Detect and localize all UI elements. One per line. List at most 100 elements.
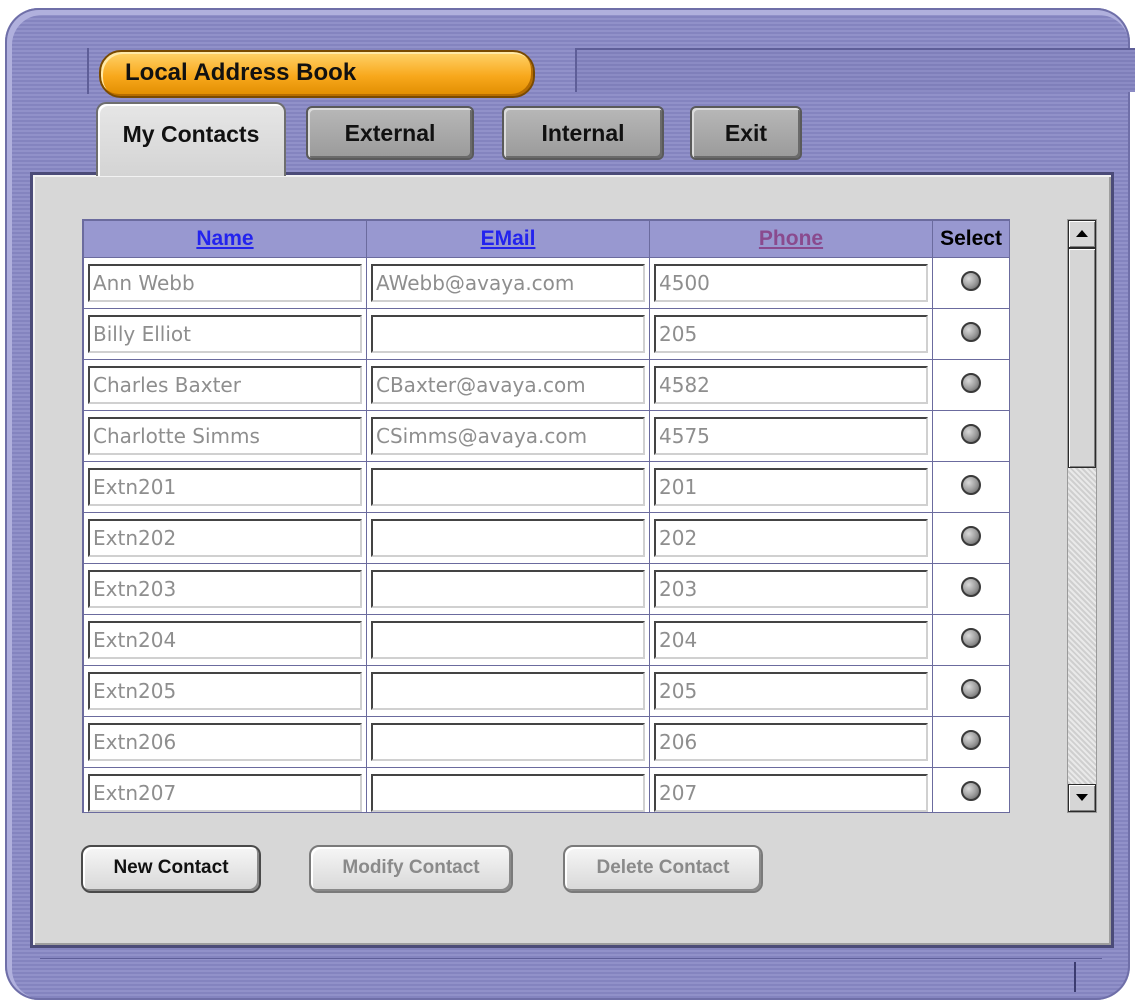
name-field[interactable]: Extn201: [88, 468, 362, 506]
phone-field[interactable]: 203: [654, 570, 928, 608]
phone-field-cell: 207: [649, 767, 933, 812]
email-field-cell: [366, 716, 650, 768]
email-field[interactable]: [371, 468, 645, 506]
phone-field-cell: 204: [649, 614, 933, 666]
sort-name-link[interactable]: Name: [196, 227, 253, 250]
tab-exit[interactable]: Exit: [690, 106, 802, 160]
phone-field-cell: 201: [649, 461, 933, 513]
tab-my-contacts[interactable]: My Contacts: [96, 102, 286, 176]
table-row: Extn205 205: [83, 665, 1009, 717]
name-field-cell: Ann Webb: [83, 257, 367, 309]
email-field[interactable]: [371, 723, 645, 761]
select-radio[interactable]: [961, 729, 981, 750]
name-field[interactable]: Extn205: [88, 672, 362, 710]
scroll-down-button[interactable]: [1068, 784, 1096, 812]
name-field[interactable]: Extn203: [88, 570, 362, 608]
email-field[interactable]: [371, 315, 645, 353]
email-field-cell: [366, 512, 650, 564]
email-field[interactable]: CBaxter@avaya.com: [371, 366, 645, 404]
arrow-up-icon: [1076, 230, 1088, 237]
phone-field[interactable]: 205: [654, 315, 928, 353]
select-radio[interactable]: [961, 423, 981, 444]
select-radio[interactable]: [961, 627, 981, 648]
window-title: Local Address Book: [125, 59, 357, 86]
select-cell: [932, 308, 1009, 360]
email-field[interactable]: CSimms@avaya.com: [371, 417, 645, 455]
select-radio[interactable]: [961, 474, 981, 495]
select-radio[interactable]: [961, 525, 981, 546]
name-field[interactable]: Billy Elliot: [88, 315, 362, 353]
status-bar-divider: [40, 958, 1102, 959]
phone-field[interactable]: 206: [654, 723, 928, 761]
email-field[interactable]: AWebb@avaya.com: [371, 264, 645, 302]
phone-field[interactable]: 207: [654, 774, 928, 812]
email-field-cell: CBaxter@avaya.com: [366, 359, 650, 411]
phone-field[interactable]: 204: [654, 621, 928, 659]
select-cell: [932, 410, 1009, 462]
modify-contact-button[interactable]: Modify Contact: [309, 845, 513, 893]
delete-contact-button[interactable]: Delete Contact: [563, 845, 763, 893]
email-field[interactable]: [371, 621, 645, 659]
arrow-down-icon: [1076, 794, 1088, 801]
select-radio[interactable]: [961, 780, 981, 801]
email-field-cell: [366, 767, 650, 812]
table-row: Charlotte Simms CSimms@avaya.com 4575: [83, 410, 1009, 462]
phone-field-cell: 206: [649, 716, 933, 768]
phone-field[interactable]: 4582: [654, 366, 928, 404]
name-field[interactable]: Charles Baxter: [88, 366, 362, 404]
email-field[interactable]: [371, 570, 645, 608]
select-radio[interactable]: [961, 372, 981, 393]
email-field-cell: [366, 614, 650, 666]
sort-phone-link[interactable]: Phone: [759, 227, 823, 250]
scrollbar-thumb[interactable]: [1068, 248, 1096, 468]
select-cell: [932, 614, 1009, 666]
phone-field[interactable]: 4575: [654, 417, 928, 455]
name-field-cell: Extn201: [83, 461, 367, 513]
name-field[interactable]: Extn202: [88, 519, 362, 557]
email-field-cell: AWebb@avaya.com: [366, 257, 650, 309]
email-field-cell: [366, 665, 650, 717]
column-header-select: Select: [932, 220, 1009, 258]
name-field[interactable]: Extn204: [88, 621, 362, 659]
select-radio[interactable]: [961, 678, 981, 699]
select-radio[interactable]: [961, 270, 981, 291]
phone-field[interactable]: 202: [654, 519, 928, 557]
phone-field[interactable]: 4500: [654, 264, 928, 302]
window-title-pill: Local Address Book: [99, 50, 535, 98]
name-field[interactable]: Extn206: [88, 723, 362, 761]
select-radio[interactable]: [961, 321, 981, 342]
table-row: Extn203 203: [83, 563, 1009, 615]
column-header-phone[interactable]: Phone: [649, 220, 933, 258]
table-row: Extn202 202: [83, 512, 1009, 564]
phone-field-cell: 205: [649, 665, 933, 717]
table-row: Extn206 206: [83, 716, 1009, 768]
email-field[interactable]: [371, 519, 645, 557]
title-bar-strip: [575, 48, 1135, 92]
email-field[interactable]: [371, 774, 645, 812]
table-row: Billy Elliot 205: [83, 308, 1009, 360]
table-row: Ann Webb AWebb@avaya.com 4500: [83, 257, 1009, 309]
contacts-table: Name EMail Phone Select Ann Webb AWebb@av…: [82, 219, 1010, 813]
new-contact-button[interactable]: New Contact: [81, 845, 261, 893]
phone-field[interactable]: 205: [654, 672, 928, 710]
name-field[interactable]: Extn207: [88, 774, 362, 812]
name-field[interactable]: Charlotte Simms: [88, 417, 362, 455]
name-field-cell: Extn204: [83, 614, 367, 666]
status-bar-separator: [1074, 962, 1076, 992]
select-radio[interactable]: [961, 576, 981, 597]
scroll-up-button[interactable]: [1068, 220, 1096, 248]
sort-email-link[interactable]: EMail: [481, 227, 536, 250]
email-field[interactable]: [371, 672, 645, 710]
name-field-cell: Extn206: [83, 716, 367, 768]
vertical-scrollbar[interactable]: [1067, 219, 1097, 813]
phone-field-cell: 4582: [649, 359, 933, 411]
column-header-email[interactable]: EMail: [366, 220, 650, 258]
column-header-name[interactable]: Name: [83, 220, 367, 258]
tab-external[interactable]: External: [306, 106, 474, 160]
tab-internal[interactable]: Internal: [502, 106, 664, 160]
name-field-cell: Charles Baxter: [83, 359, 367, 411]
name-field[interactable]: Ann Webb: [88, 264, 362, 302]
select-cell: [932, 257, 1009, 309]
phone-field[interactable]: 201: [654, 468, 928, 506]
phone-field-cell: 202: [649, 512, 933, 564]
